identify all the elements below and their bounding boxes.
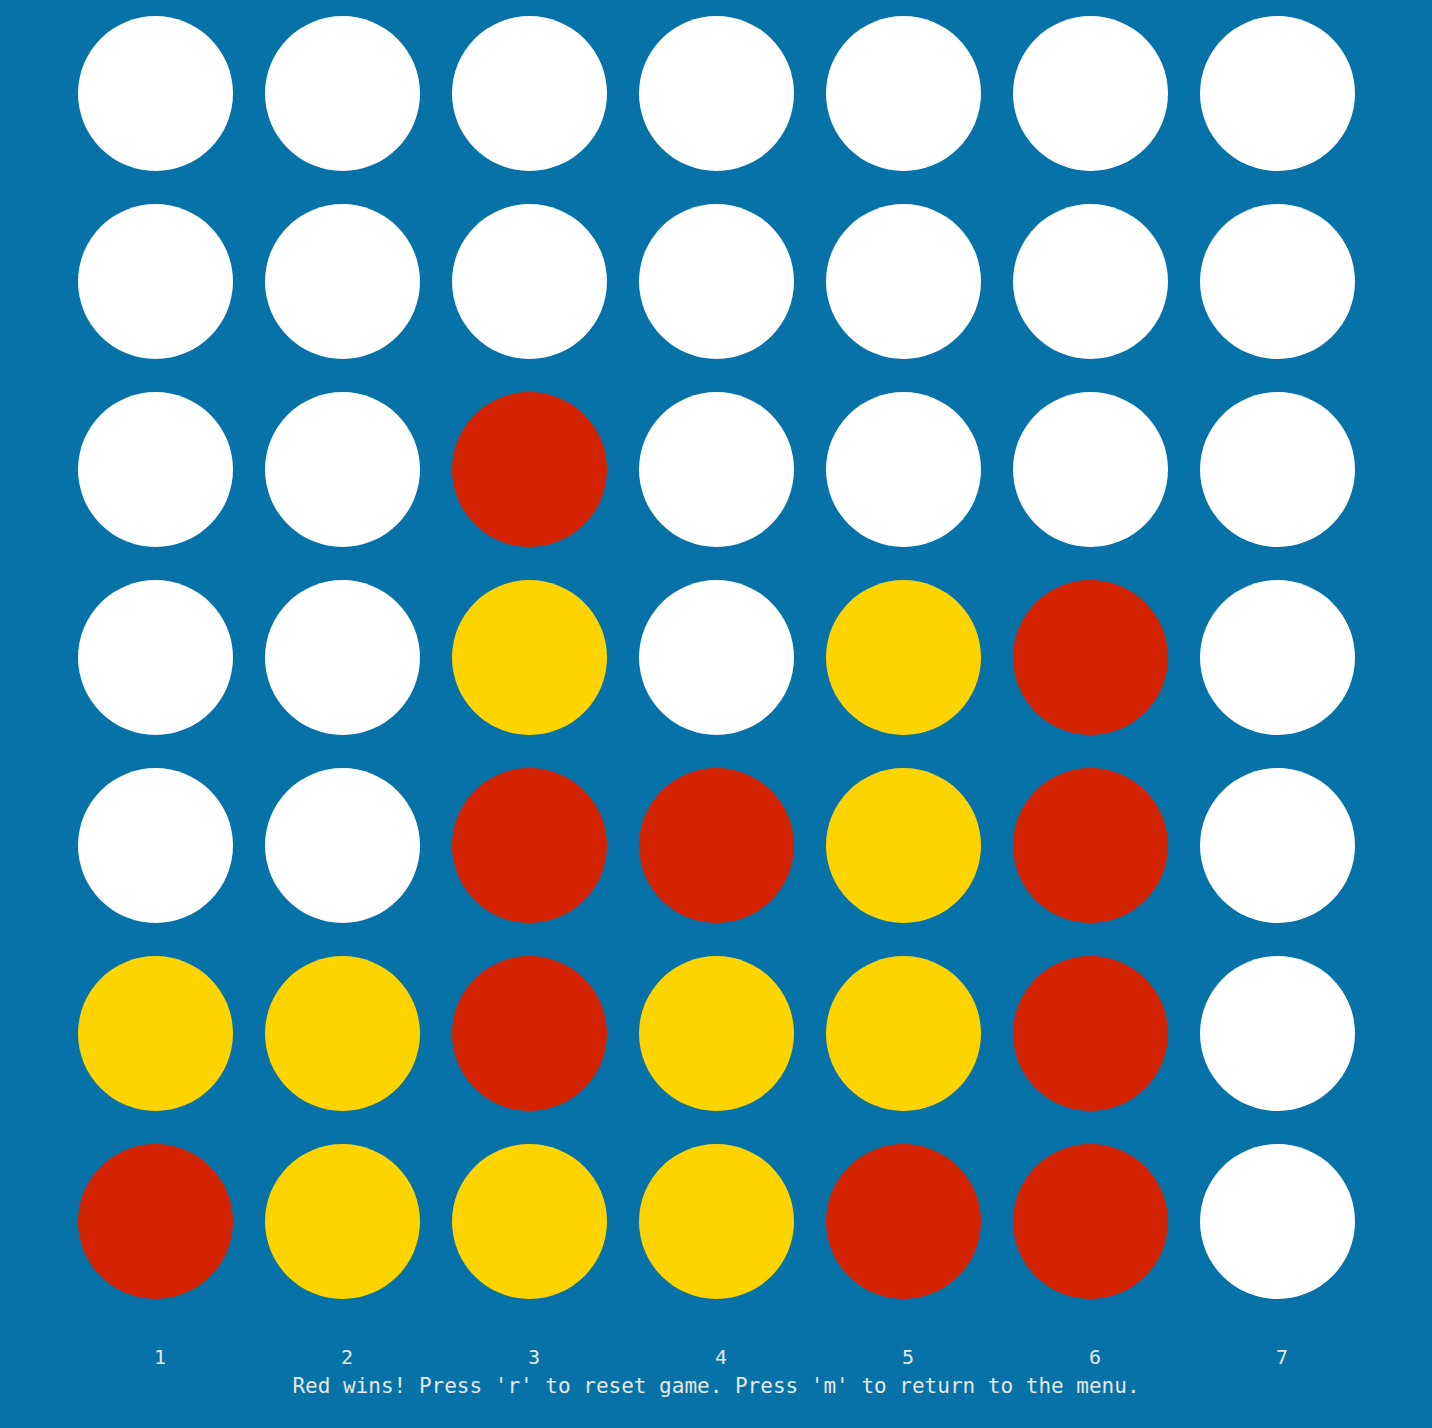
- board-slot: [639, 768, 794, 923]
- board-slot: [265, 16, 420, 171]
- board-slot: [452, 392, 607, 547]
- board-slot: [265, 768, 420, 923]
- board-slot: [1200, 392, 1355, 547]
- board-slot: [639, 16, 794, 171]
- column-label[interactable]: 4: [639, 1345, 794, 1369]
- board-slot: [452, 16, 607, 171]
- connect-four-game: 1 2 3 4 5 6 7 Red wins! Press 'r' to reset game…: [0, 0, 1432, 1428]
- status-message: Red wins! Press 'r' to reset game. Press…: [292, 1373, 1139, 1399]
- board-slot: [452, 1144, 607, 1299]
- board-slot: [826, 204, 981, 359]
- board-slot: [78, 956, 233, 1111]
- column-label[interactable]: 6: [1013, 1345, 1168, 1369]
- board-slot: [826, 956, 981, 1111]
- board-slot: [452, 580, 607, 735]
- board-slot: [1200, 16, 1355, 171]
- board-slot: [826, 768, 981, 923]
- board-slot: [1200, 956, 1355, 1111]
- board-slot: [1200, 768, 1355, 923]
- board-slot: [1013, 956, 1168, 1111]
- board-slot: [639, 204, 794, 359]
- board-slot: [826, 1144, 981, 1299]
- board-slot: [452, 768, 607, 923]
- board-slot: [1013, 768, 1168, 923]
- board-slot: [78, 16, 233, 171]
- board-slot: [265, 392, 420, 547]
- board-slot: [1013, 204, 1168, 359]
- column-label[interactable]: 5: [826, 1345, 981, 1369]
- board-slot: [1200, 1144, 1355, 1299]
- board-slot: [78, 204, 233, 359]
- board-slot: [265, 204, 420, 359]
- board-slot: [1200, 580, 1355, 735]
- board-slot: [1013, 16, 1168, 171]
- board-slot: [1200, 204, 1355, 359]
- column-labels: 1 2 3 4 5 6 7: [78, 1345, 1355, 1369]
- board-slot: [78, 768, 233, 923]
- board-slot: [265, 956, 420, 1111]
- board-slot: [826, 392, 981, 547]
- board-slot: [452, 956, 607, 1111]
- board-slot: [1013, 392, 1168, 547]
- board-slot: [639, 1144, 794, 1299]
- board-slot: [265, 580, 420, 735]
- column-label[interactable]: 2: [265, 1345, 420, 1369]
- board-slot: [265, 1144, 420, 1299]
- board-slot: [78, 1144, 233, 1299]
- board-slot: [1013, 580, 1168, 735]
- board-slot: [452, 204, 607, 359]
- board-slot: [78, 580, 233, 735]
- board-slot: [826, 16, 981, 171]
- board-slot: [826, 580, 981, 735]
- game-board: [78, 16, 1355, 1299]
- board-slot: [639, 580, 794, 735]
- board-slot: [639, 392, 794, 547]
- board-slot: [1013, 1144, 1168, 1299]
- board-slot: [78, 392, 233, 547]
- column-label[interactable]: 1: [78, 1345, 233, 1369]
- board-slot: [639, 956, 794, 1111]
- column-label[interactable]: 3: [452, 1345, 607, 1369]
- column-label[interactable]: 7: [1200, 1345, 1355, 1369]
